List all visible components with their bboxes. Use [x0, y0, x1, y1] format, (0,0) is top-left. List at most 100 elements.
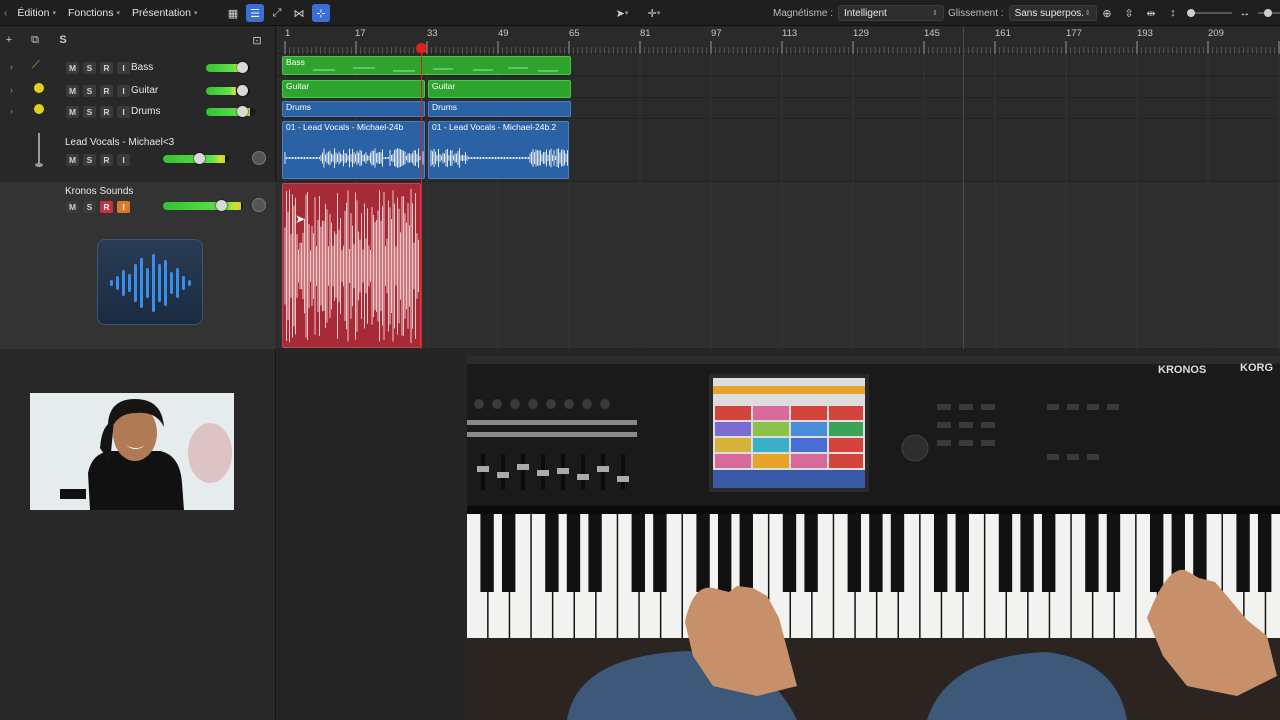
- record-enable-button[interactable]: R: [100, 154, 113, 166]
- horizontal-zoom-icon[interactable]: ↔: [1236, 4, 1254, 22]
- black-key: [804, 514, 818, 592]
- region-guitar-2[interactable]: Guitar: [428, 80, 571, 98]
- list-view-icon[interactable]: ☰: [246, 4, 264, 22]
- functions-menu[interactable]: Fonctions ▾: [62, 7, 126, 19]
- track-options-icon[interactable]: ⊡: [248, 32, 266, 48]
- region-recording[interactable]: [282, 183, 421, 348]
- volume-fader[interactable]: [163, 202, 243, 210]
- black-key: [588, 514, 602, 592]
- fader-knob[interactable]: [237, 85, 248, 96]
- vertical-fit-icon[interactable]: ⇳: [1120, 4, 1138, 22]
- track-name[interactable]: Bass: [131, 62, 153, 73]
- solo-button[interactable]: S: [83, 201, 96, 213]
- chevron-down-icon: ▾: [193, 10, 198, 17]
- empty-track-area[interactable]: [277, 349, 467, 720]
- drag-label: Glissement :: [948, 7, 1004, 19]
- ruler-mark: 33: [427, 28, 438, 39]
- view-buttons: ▦ ☰ ⤢ ⋈ ⊹: [224, 0, 334, 26]
- slider-knob[interactable]: [1264, 9, 1272, 17]
- region-drums-1[interactable]: Drums: [282, 101, 425, 117]
- solo-button[interactable]: S: [83, 85, 96, 97]
- record-enable-button[interactable]: R: [100, 106, 113, 118]
- record-enable-button[interactable]: R: [100, 62, 113, 74]
- fader-knob[interactable]: [194, 153, 205, 164]
- vertical-zoom-icon[interactable]: ↕: [1164, 4, 1182, 22]
- black-key: [1257, 514, 1272, 592]
- bar-ruler[interactable]: 1 17 33 49 65 81 97 113 129 145 161 177 …: [277, 27, 1280, 54]
- chevron-updown-icon: ⇕: [1084, 10, 1091, 17]
- view-menu[interactable]: Présentation ▾: [126, 7, 203, 19]
- flex-icon[interactable]: ⋈: [290, 4, 308, 22]
- track-header-lead-vocals[interactable]: Lead Vocals - Michael<3 M S R I: [0, 125, 276, 181]
- solo-button[interactable]: S: [83, 62, 96, 74]
- fader-knob[interactable]: [216, 200, 227, 211]
- solo-button[interactable]: S: [83, 106, 96, 118]
- performer-video-frame: [30, 393, 234, 510]
- track-header-guitar[interactable]: › M S R I Guitar: [0, 80, 276, 102]
- duplicate-track-icon[interactable]: ⧉: [26, 32, 44, 48]
- track-header-drums[interactable]: › M S R I Drums: [0, 101, 276, 123]
- record-enable-button[interactable]: R: [100, 201, 113, 213]
- input-monitor-button[interactable]: I: [117, 62, 130, 74]
- ruler-mark: 65: [569, 28, 580, 39]
- input-monitor-button[interactable]: I: [117, 201, 130, 213]
- snap-select[interactable]: Intelligent ⇕: [838, 5, 945, 21]
- keyboard-camera-overlay: KRONOS KORG: [467, 356, 1280, 720]
- track-header-bass[interactable]: › ⟋ M S R I Bass: [0, 57, 276, 79]
- track-name[interactable]: Kronos Sounds: [65, 186, 133, 197]
- waveform-zoom-icon[interactable]: ⊕: [1098, 4, 1116, 22]
- mute-button[interactable]: M: [66, 154, 79, 166]
- region-drums-2[interactable]: Drums: [428, 101, 571, 117]
- pan-knob[interactable]: [252, 151, 266, 165]
- fader-knob[interactable]: [237, 106, 248, 117]
- audio-waveform-icon[interactable]: [97, 239, 203, 325]
- keyboard-brand-text: KORG: [1240, 362, 1273, 374]
- tool-selectors: ➤ ▾ ✛ ▾: [608, 0, 672, 26]
- disclosure-icon[interactable]: ›: [10, 106, 13, 116]
- mute-button[interactable]: M: [66, 62, 79, 74]
- mute-button[interactable]: M: [66, 201, 79, 213]
- overflow-icon[interactable]: ‹: [0, 8, 11, 19]
- region-guitar-1[interactable]: Guitar: [282, 80, 425, 98]
- track-name[interactable]: Guitar: [131, 85, 158, 96]
- input-monitor-button[interactable]: I: [117, 106, 130, 118]
- black-key: [717, 514, 732, 592]
- global-solo-icon[interactable]: S: [54, 32, 72, 48]
- vertical-zoom-slider[interactable]: [1187, 9, 1232, 17]
- track-name[interactable]: Drums: [131, 106, 160, 117]
- disclosure-icon[interactable]: ›: [10, 62, 13, 72]
- region-bass[interactable]: Bass: [282, 56, 571, 75]
- secondary-tool-icon[interactable]: ✛ ▾: [640, 4, 668, 22]
- track-lanes[interactable]: Bass Guitar Guitar Drums Drums 01 - Lead…: [277, 54, 1280, 349]
- catch-playhead-icon[interactable]: ⊹: [312, 4, 330, 22]
- region-label: Drums: [286, 102, 312, 112]
- drag-select[interactable]: Sans superpos. ⇕: [1008, 5, 1097, 21]
- black-key: [545, 514, 559, 592]
- drums-icon: [34, 104, 44, 114]
- grid-view-icon[interactable]: ▦: [224, 4, 242, 22]
- solo-button[interactable]: S: [83, 154, 96, 166]
- input-monitor-button[interactable]: I: [117, 154, 130, 166]
- horizontal-zoom-slider[interactable]: [1258, 9, 1280, 17]
- control-bar: ‹ Édition ▾ Fonctions ▾ Présentation ▾ ▦ ☰ …: [0, 0, 1280, 26]
- automation-icon[interactable]: ⤢: [268, 4, 286, 22]
- region-lead-vocals-2[interactable]: 01 - Lead Vocals - Michael-24b.2: [428, 121, 569, 179]
- edit-menu[interactable]: Édition ▾: [11, 7, 62, 19]
- add-track-icon[interactable]: +: [0, 32, 18, 48]
- record-enable-button[interactable]: R: [100, 85, 113, 97]
- track-name[interactable]: Lead Vocals - Michael<3: [65, 137, 174, 148]
- fader-knob[interactable]: [237, 62, 248, 73]
- chevron-updown-icon: ⇕: [932, 10, 939, 17]
- slider-knob[interactable]: [1187, 9, 1195, 17]
- horizontal-fit-icon[interactable]: ⇹: [1142, 4, 1160, 22]
- pan-knob[interactable]: [252, 198, 266, 212]
- pointer-tool-icon[interactable]: ➤ ▾: [608, 4, 636, 22]
- volume-fader[interactable]: [206, 108, 256, 116]
- input-monitor-button[interactable]: I: [117, 85, 130, 97]
- black-key: [480, 514, 494, 592]
- mute-button[interactable]: M: [66, 106, 79, 118]
- playhead-handle[interactable]: [416, 43, 427, 53]
- disclosure-icon[interactable]: ›: [10, 85, 13, 95]
- region-lead-vocals-1[interactable]: 01 - Lead Vocals - Michael-24b: [282, 121, 425, 179]
- mute-button[interactable]: M: [66, 85, 79, 97]
